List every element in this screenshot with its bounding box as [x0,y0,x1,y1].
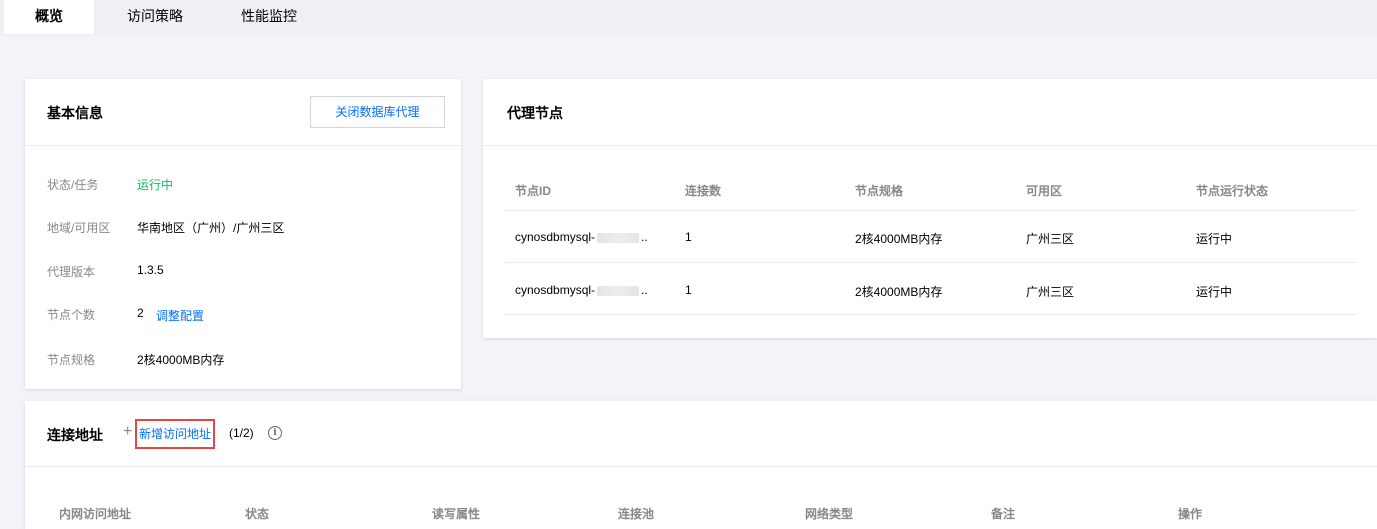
node-count-label: 节点个数 [47,308,96,322]
node-spec-value: 2核4000MB内存 [137,353,225,367]
node-spec: 2核4000MB内存 [855,232,943,246]
add-access-address-link[interactable]: 新增访问地址 [135,419,216,449]
col-connections: 连接数 [685,184,722,198]
status-label: 状态/任务 [47,178,99,192]
basic-info-title: 基本信息 [47,105,103,121]
address-count: (1/2) [229,426,254,440]
node-zone: 广州三区 [1026,285,1075,299]
node-connections: 1 [685,230,692,244]
node-count-value: 2 [137,306,144,320]
table-row: cynosdbmysql-.. [515,283,648,297]
node-status: 运行中 [1196,285,1233,299]
col-status: 状态 [245,507,270,521]
info-icon[interactable]: i [268,426,282,440]
divider [483,145,1377,146]
close-proxy-button[interactable]: 关闭数据库代理 [310,96,445,128]
ellipsis: .. [641,283,648,297]
col-network-type: 网络类型 [805,507,854,521]
table-row: cynosdbmysql-.. [515,230,648,244]
divider [25,466,1377,467]
region-value: 华南地区（广州）/广州三区 [137,221,285,235]
proxy-version-label: 代理版本 [47,265,96,279]
adjust-config-link[interactable]: 调整配置 [156,307,204,324]
table-header-line [505,210,1356,211]
status-value: 运行中 [137,178,174,192]
node-spec-label: 节点规格 [47,353,96,367]
col-connection-pool: 连接池 [618,507,655,521]
row-divider [505,262,1356,263]
connection-title: 连接地址 [47,427,103,443]
node-id: cynosdbmysql- [515,283,596,297]
col-operation: 操作 [1178,507,1203,521]
node-spec: 2核4000MB内存 [855,285,943,299]
row-divider [505,314,1356,315]
tab-access-policy[interactable]: 访问策略 [110,0,200,34]
proxy-nodes-title: 代理节点 [507,105,563,121]
proxy-version-value: 1.3.5 [137,263,164,277]
col-node-spec: 节点规格 [855,184,904,198]
node-zone: 广州三区 [1026,232,1075,246]
node-connections: 1 [685,283,692,297]
basic-info-card: 基本信息 关闭数据库代理 状态/任务 运行中 地域/可用区 华南地区（广州）/广… [25,79,461,389]
node-status: 运行中 [1196,232,1233,246]
divider [25,145,461,146]
plus-icon[interactable]: + [123,423,132,441]
proxy-nodes-card: 代理节点 节点ID 连接数 节点规格 可用区 节点运行状态 cynosdbmys… [483,79,1377,338]
masked-id [597,232,640,243]
col-rw-attribute: 读写属性 [432,507,481,521]
tab-performance-monitor[interactable]: 性能监控 [224,0,314,34]
col-remark: 备注 [991,507,1016,521]
ellipsis: .. [641,230,648,244]
tab-overview[interactable]: 概览 [4,0,94,34]
tab-bar: 概览 访问策略 性能监控 [0,0,1377,36]
region-label: 地域/可用区 [47,221,111,235]
col-intranet-address: 内网访问地址 [59,507,132,521]
connection-card: 连接地址 + 新增访问地址 (1/2) i 内网访问地址 状态 读写属性 连接池… [25,401,1377,529]
col-zone: 可用区 [1026,184,1063,198]
node-id: cynosdbmysql- [515,230,596,244]
masked-id [597,285,640,296]
col-node-id: 节点ID [515,184,552,198]
col-node-status: 节点运行状态 [1196,184,1269,198]
